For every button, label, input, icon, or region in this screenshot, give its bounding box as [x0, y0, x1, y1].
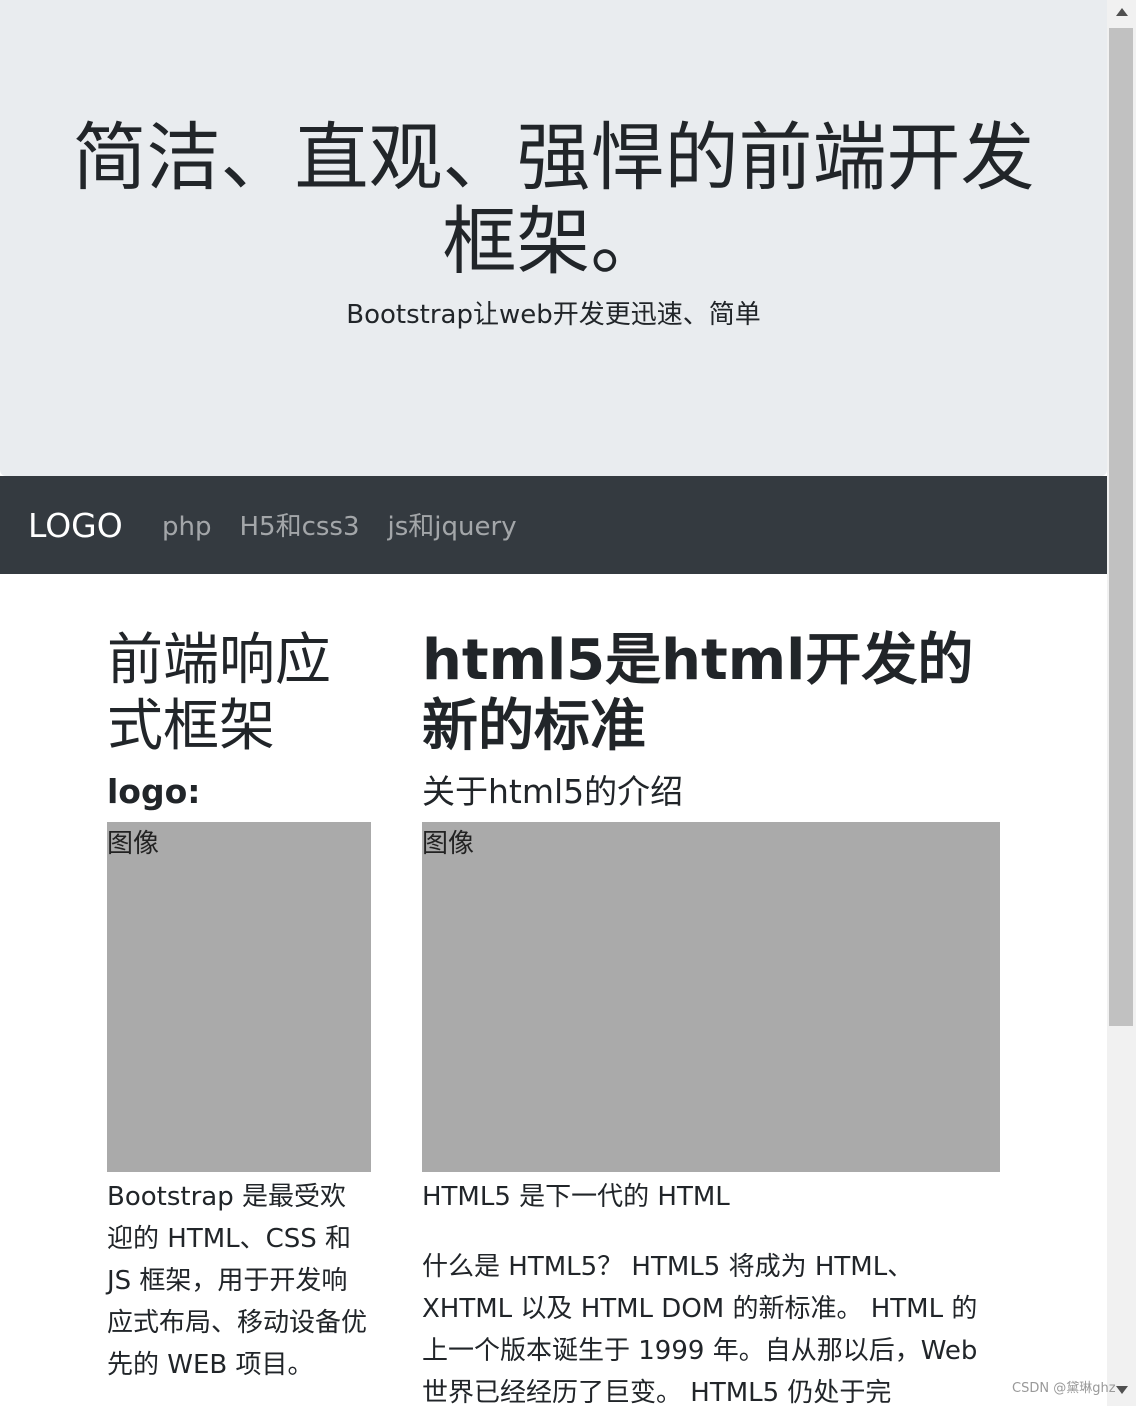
- left-subheading: logo:: [107, 772, 201, 811]
- right-column: html5是html开发的新的标准 关于html5的介绍 图像 HTML5 是下…: [422, 628, 1000, 1406]
- left-text: Bootstrap 是最受欢迎的 HTML、CSS 和 JS 框架，用于开发响应…: [107, 1182, 368, 1380]
- nav-link-php[interactable]: php: [162, 510, 212, 544]
- right-text-1: HTML5 是下一代的 HTML: [422, 1182, 730, 1212]
- nav-links: php H5和css3 js和jquery: [162, 510, 517, 544]
- jumbotron: 简洁、直观、强悍的前端开发框架。 Bootstrap让web开发更迅速、简单: [0, 0, 1107, 476]
- left-heading: 前端响应式框架: [107, 628, 331, 759]
- navbar-brand[interactable]: LOGO: [28, 506, 123, 546]
- scroll-down-arrow-icon[interactable]: [1116, 1386, 1128, 1394]
- jumbotron-title: 简洁、直观、强悍的前端开发框架。: [72, 115, 1035, 285]
- scrollbar-thumb[interactable]: [1109, 28, 1133, 1026]
- page-viewport: 简洁、直观、强悍的前端开发框架。 Bootstrap让web开发更迅速、简单 L…: [0, 0, 1107, 1406]
- left-column: 前端响应式框架 logo: 图像 Bootstrap 是最受欢迎的 HTML、C…: [107, 628, 371, 1386]
- watermark: CSDN @黛琳ghz: [1012, 1381, 1116, 1396]
- nav-link-h5-css3[interactable]: H5和css3: [240, 510, 360, 544]
- right-image-placeholder: 图像: [422, 822, 1000, 1172]
- jumbotron-subtitle: Bootstrap让web开发更迅速、简单: [346, 300, 761, 330]
- right-subheading: 关于html5的介绍: [422, 772, 684, 811]
- navbar: LOGO php H5和css3 js和jquery: [0, 476, 1107, 574]
- nav-link-js-jquery[interactable]: js和jquery: [388, 510, 517, 544]
- right-heading: html5是html开发的新的标准: [422, 628, 974, 759]
- scroll-up-arrow-icon[interactable]: [1116, 8, 1128, 16]
- left-image-placeholder: 图像: [107, 822, 371, 1172]
- right-text-2: 什么是 HTML5？ HTML5 将成为 HTML、XHTML 以及 HTML …: [422, 1252, 978, 1406]
- vertical-scrollbar[interactable]: [1107, 0, 1136, 1406]
